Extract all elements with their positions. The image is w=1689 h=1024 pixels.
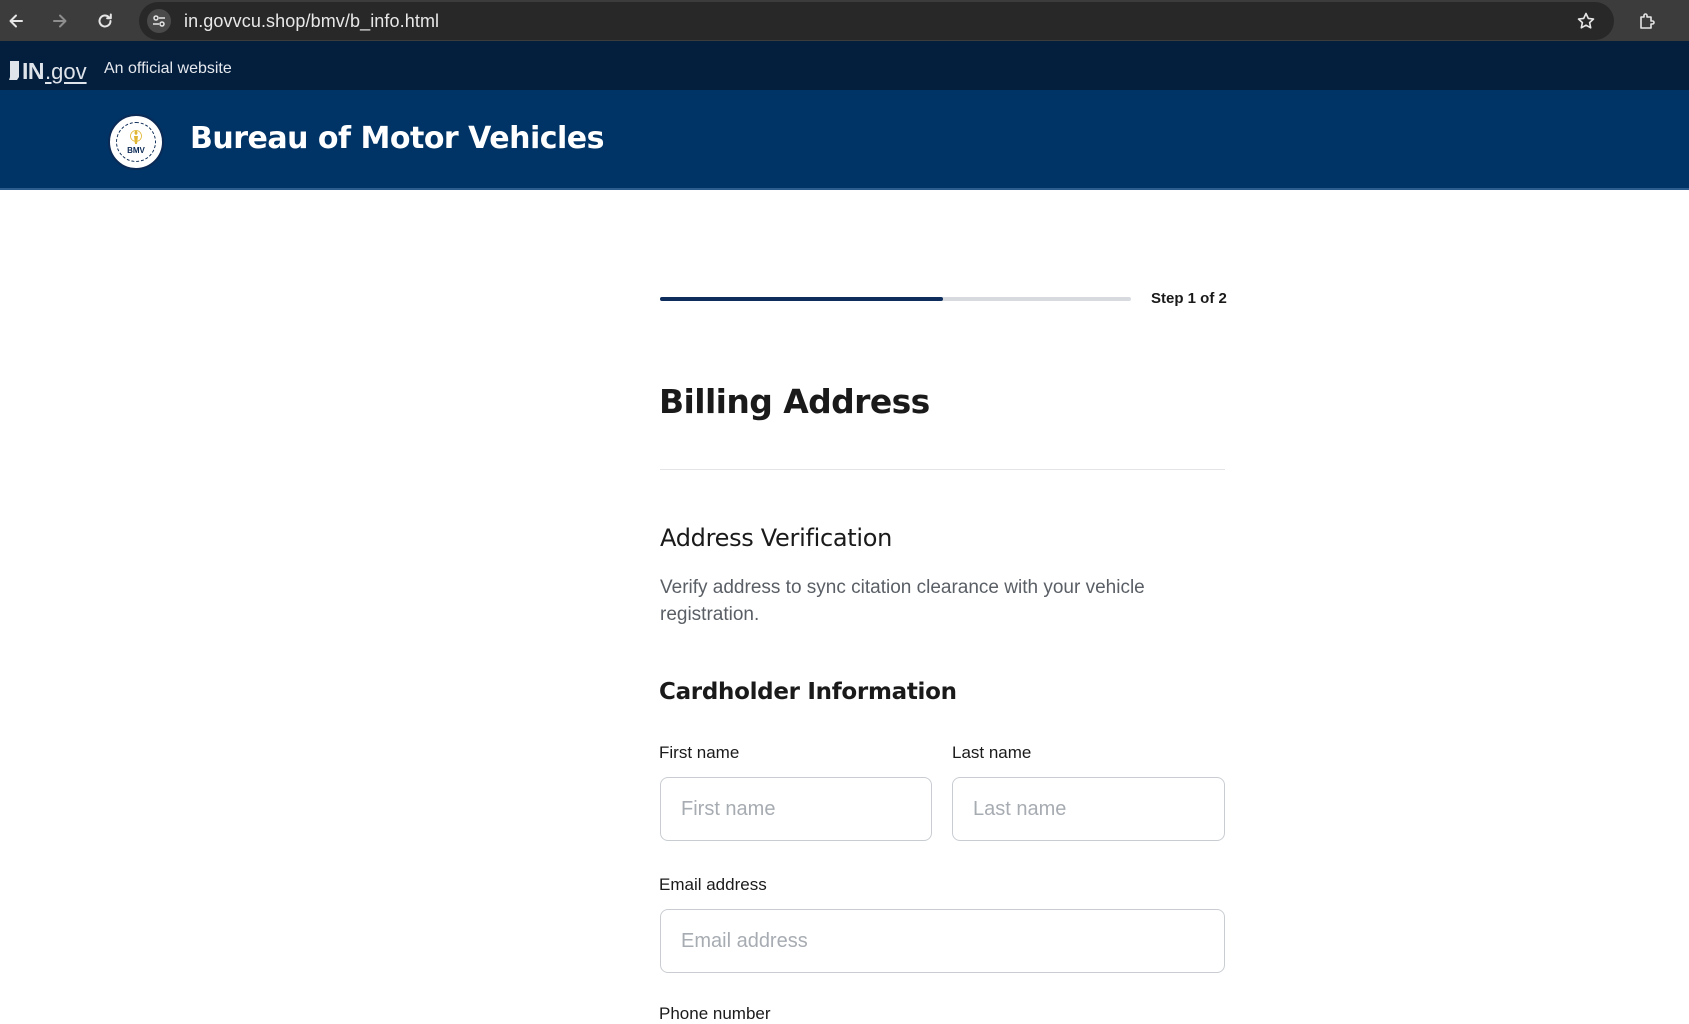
gov-logo-text: .gov: [45, 59, 87, 84]
browser-toolbar: in.govvcu.shop/bmv/b_info.html: [0, 0, 1689, 41]
email-label: Email address: [659, 875, 767, 894]
torch-icon: [130, 130, 142, 144]
in-logo-text: IN: [22, 58, 45, 84]
bookmark-star-icon[interactable]: [1574, 9, 1598, 33]
section-title: Address Verification: [660, 524, 893, 552]
progress-bar-fill: [660, 297, 943, 301]
forward-icon[interactable]: [46, 7, 74, 35]
cardholder-info-heading: Cardholder Information: [659, 679, 957, 705]
seal-inner-ring: BMV: [116, 122, 156, 162]
last-name-input[interactable]: [952, 777, 1225, 841]
site-title[interactable]: Bureau of Motor Vehicles: [190, 121, 605, 156]
phone-label: Phone number: [659, 1004, 771, 1023]
section-description: Verify address to sync citation clearanc…: [660, 577, 1145, 625]
first-name-label: First name: [659, 743, 740, 762]
in-gov-logo[interactable]: IN .gov: [8, 56, 87, 84]
bmv-seal-logo[interactable]: BMV: [108, 114, 164, 170]
extensions-puzzle-icon[interactable]: [1633, 7, 1661, 35]
official-website-text: An official website: [104, 60, 232, 77]
step-indicator: Step 1 of 2: [1151, 290, 1227, 307]
address-bar[interactable]: in.govvcu.shop/bmv/b_info.html: [139, 2, 1614, 40]
site-info-icon[interactable]: [147, 9, 171, 33]
reload-icon[interactable]: [91, 7, 119, 35]
email-input[interactable]: [660, 909, 1225, 973]
url-text[interactable]: in.govvcu.shop/bmv/b_info.html: [184, 11, 439, 32]
first-name-input[interactable]: [660, 777, 932, 841]
indiana-state-icon: [9, 61, 19, 80]
last-name-label: Last name: [952, 743, 1032, 762]
back-icon[interactable]: [2, 7, 30, 35]
progress-bar: [660, 297, 1131, 301]
page-title: Billing Address: [659, 382, 930, 421]
seal-label: BMV: [127, 146, 145, 155]
site-header: BMV Bureau of Motor Vehicles: [0, 90, 1689, 190]
official-website-banner: IN .gov: [0, 41, 1689, 90]
title-divider: [660, 469, 1225, 470]
